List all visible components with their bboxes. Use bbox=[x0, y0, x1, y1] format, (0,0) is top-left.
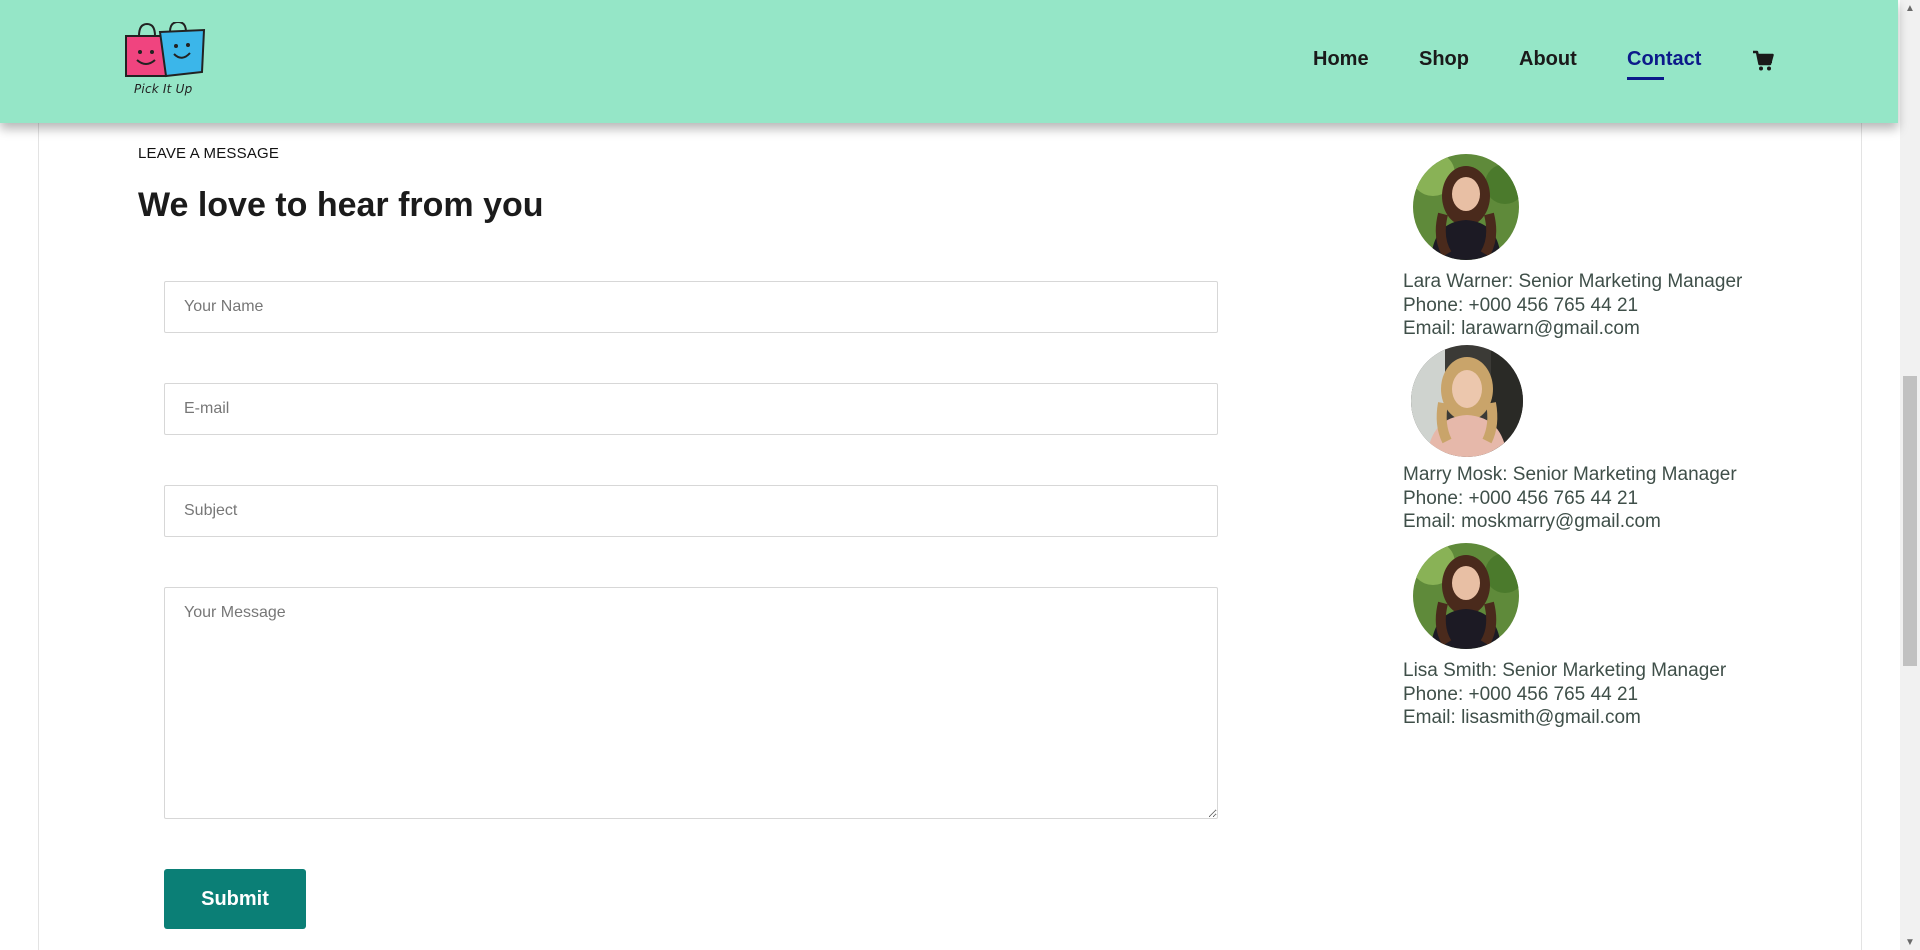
vertical-scrollbar[interactable]: ▲ ▼ bbox=[1900, 0, 1920, 950]
contact-name-title: Lisa Smith: Senior Marketing Manager bbox=[1403, 660, 1727, 681]
nav-shop[interactable]: Shop bbox=[1419, 48, 1469, 71]
contact-phone: Phone: +000 456 765 44 21 bbox=[1403, 683, 1639, 705]
avatar bbox=[1413, 543, 1519, 649]
nav-about[interactable]: About bbox=[1519, 48, 1577, 71]
avatar bbox=[1411, 345, 1523, 457]
subject-field[interactable] bbox=[164, 485, 1218, 537]
site-header: Pick It Up Home Shop About Contact bbox=[0, 0, 1898, 123]
contact-email: Email: lisasmith@gmail.com bbox=[1403, 707, 1641, 728]
contact-details: Lisa Smith: Senior Marketing Manager Pho… bbox=[1403, 659, 1726, 730]
message-field[interactable] bbox=[164, 587, 1218, 819]
contact-page: Pick It Up Home Shop About Contact LEAVE… bbox=[0, 0, 1920, 950]
contact-phone: Phone: +000 456 765 44 21 bbox=[1403, 487, 1639, 509]
contact-email: Email: larawarn@gmail.com bbox=[1403, 318, 1640, 339]
nav-contact[interactable]: Contact bbox=[1627, 48, 1701, 80]
page-title: We love to hear from you bbox=[138, 186, 544, 224]
name-field[interactable] bbox=[164, 281, 1218, 333]
main-nav: Home Shop About Contact bbox=[0, 48, 1898, 80]
contact-details: Lara Warner: Senior Marketing Manager Ph… bbox=[1403, 270, 1742, 341]
section-eyebrow: LEAVE A MESSAGE bbox=[138, 145, 280, 162]
avatar bbox=[1413, 154, 1519, 260]
scrollbar-thumb[interactable] bbox=[1903, 376, 1917, 666]
brand-name: Pick It Up bbox=[134, 82, 193, 96]
scroll-up-arrow-icon[interactable]: ▲ bbox=[1900, 0, 1920, 16]
nav-home[interactable]: Home bbox=[1313, 48, 1369, 71]
contact-email: Email: moskmarry@gmail.com bbox=[1403, 511, 1661, 532]
email-field[interactable] bbox=[164, 383, 1218, 435]
scroll-down-arrow-icon[interactable]: ▼ bbox=[1900, 934, 1920, 950]
contact-name-title: Marry Mosk: Senior Marketing Manager bbox=[1403, 464, 1737, 485]
shopping-cart-icon[interactable] bbox=[1752, 50, 1774, 72]
contact-phone: Phone: +000 456 765 44 21 bbox=[1403, 294, 1639, 316]
contact-details: Marry Mosk: Senior Marketing Manager Pho… bbox=[1403, 463, 1737, 534]
submit-button[interactable]: Submit bbox=[164, 869, 306, 929]
contact-name-title: Lara Warner: Senior Marketing Manager bbox=[1403, 271, 1743, 292]
